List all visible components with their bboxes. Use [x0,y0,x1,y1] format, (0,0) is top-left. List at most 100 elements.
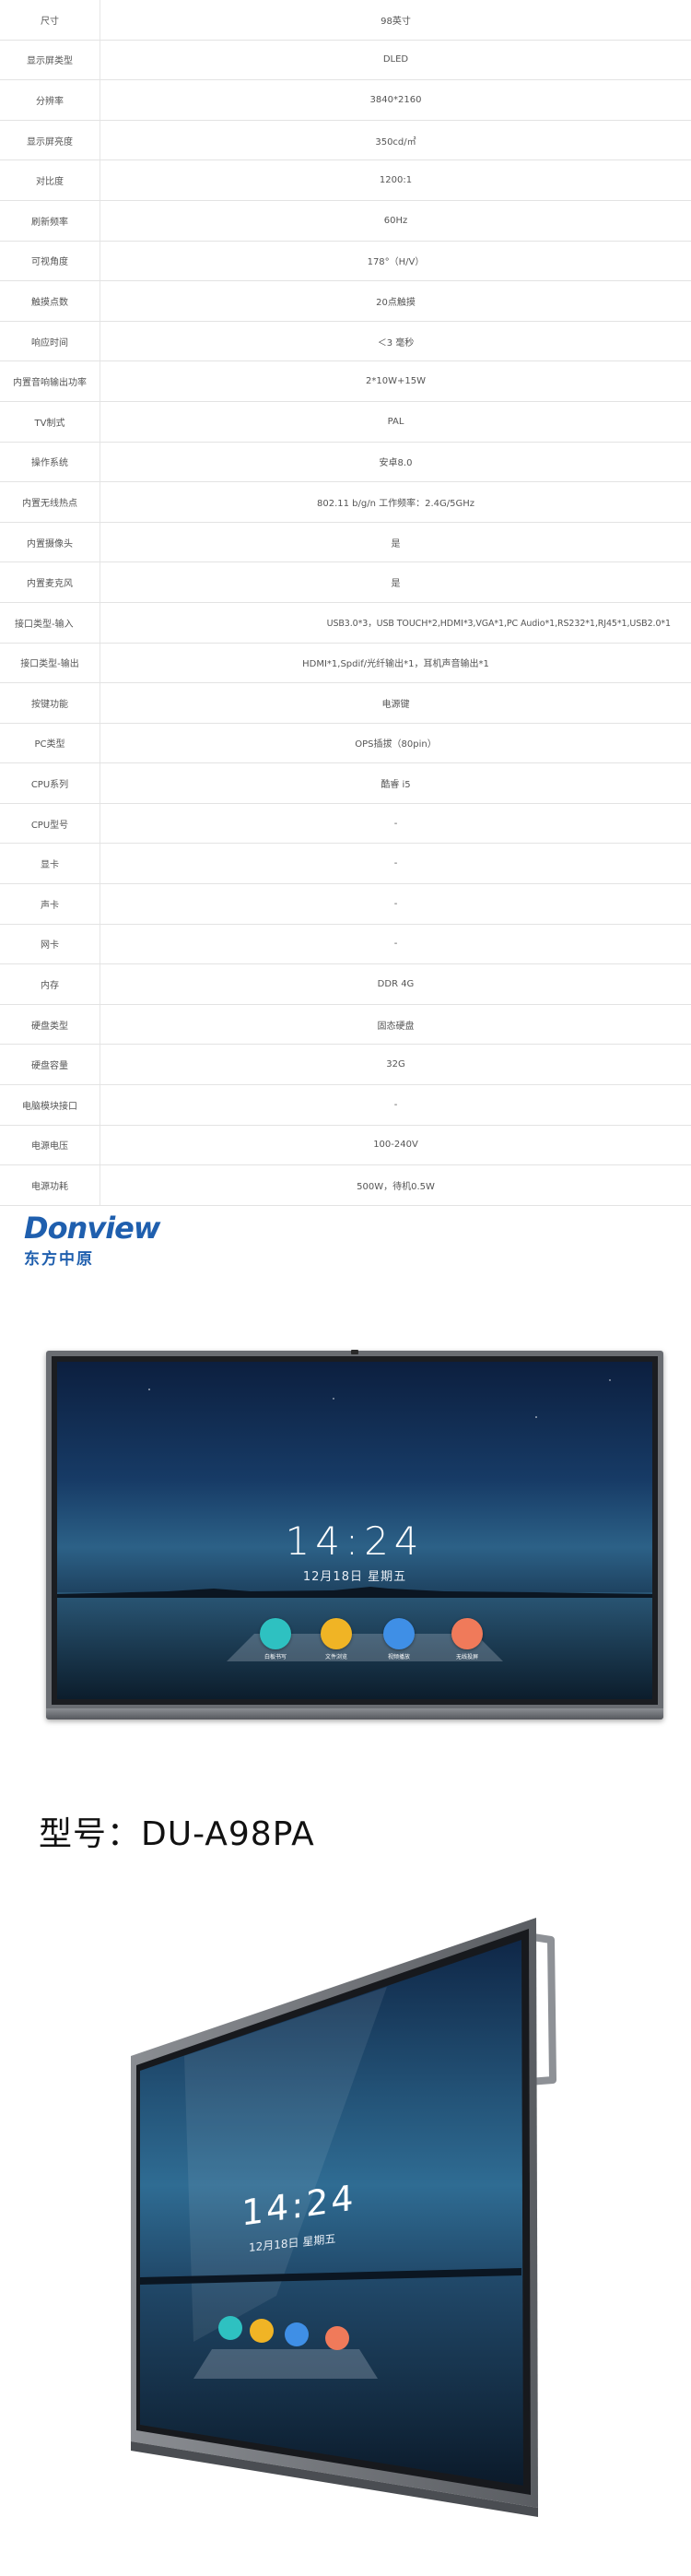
spec-row: TV制式 PAL [0,401,691,443]
spec-key: TV制式 [34,418,65,429]
spec-key: 可视角度 [31,257,68,268]
spec-row: 内置音响输出功率 2*10W+15W [0,361,691,402]
spec-value: 安卓8.0 [100,442,691,482]
spec-value: ＜3 毫秒 [100,321,691,361]
spec-key: 操作系统 [31,458,68,469]
spec-row: 刷新频率 60Hz [0,200,691,242]
spec-key: 电源电压 [31,1141,68,1152]
spec-value: 是 [100,562,691,602]
spec-key: 显示屏类型 [27,56,73,67]
spec-key: 内置音响输出功率 [13,378,87,389]
spec-value: - [100,1085,691,1125]
spec-value: 350cd/㎡ [100,120,691,160]
spec-key: 接口类型-输出 [20,659,79,670]
spec-row: 按键功能 电源键 [0,683,691,724]
spec-row: 硬盘容量 32G [0,1045,691,1086]
spec-key: 硬盘类型 [31,1021,68,1032]
app-icon-cast [325,2326,349,2350]
app-label: 文件浏览 [324,1654,347,1660]
spec-row: 内置无线热点 802.11 b/g/n 工作频率：2.4G/5GHz [0,482,691,523]
spec-key: 分辨率 [36,96,64,107]
spec-value: 电源键 [100,683,691,723]
spec-key: CPU系列 [30,780,69,791]
angled-tv-illustration [131,1918,556,2517]
spec-row: PC类型 OPS插拔（80pin） [0,723,691,764]
app-icon [383,1618,415,1649]
logo-wordmark: Donview [24,1211,160,1246]
spec-key: 接口类型-输入 [15,619,74,630]
spec-value: - [100,884,691,924]
spec-value: DDR 4G [100,964,691,1004]
spec-value: - [100,803,691,844]
spec-value: - [100,844,691,884]
spec-value: PAL [100,401,691,442]
spec-row: 内置麦克风 是 [0,562,691,603]
spec-value: 60Hz [100,200,691,241]
app-icon-whiteboard [218,2316,242,2340]
spec-row: 网卡 - [0,924,691,965]
app-icon [260,1618,291,1649]
spec-value: OPS插拔（80pin） [100,723,691,763]
spec-key: 内置无线热点 [22,498,77,509]
spec-key: 尺寸 [41,16,59,27]
spec-value: 1200:1 [100,160,691,200]
spec-value: HDMI*1,Spdif/光纤输出*1，耳机声音输出*1 [100,643,691,683]
tv-screen: 14:24 12月18日 星期五 白板书写 文件浏览 视频播放 无线投屏 [57,1362,652,1699]
spec-row: 显卡 - [0,844,691,885]
logo-chinese: 东方中原 [24,1250,94,1269]
spec-key: CPU型号 [30,820,69,831]
spec-row: 电源电压 100-240V [0,1125,691,1166]
spec-key: 内置摄像头 [27,538,73,549]
spec-row: 内置摄像头 是 [0,522,691,563]
spec-value: USB3.0*3，USB TOUCH*2,HDMI*3,VGA*1,PC Aud… [100,602,691,643]
spec-row: 硬盘类型 固态硬盘 [0,1004,691,1046]
spec-row: 尺寸 98英寸 [0,0,691,41]
spec-key: 声卡 [41,900,59,911]
spec-value: - [100,924,691,964]
product-image-angled: 14:24 12月18日 星期五 [0,1908,691,2535]
spec-row: 显示屏亮度 350cd/㎡ [0,120,691,161]
spec-value: 98英寸 [100,0,691,40]
spec-value: 酷睿 i5 [100,763,691,803]
spec-value: 20点触摸 [100,281,691,321]
spec-row: 接口类型-输入 USB3.0*3，USB TOUCH*2,HDMI*3,VGA*1… [0,602,691,644]
spec-key: 按键功能 [31,699,68,710]
spec-key: 电脑模块接口 [22,1101,77,1112]
camera-icon [351,1350,358,1354]
spec-key: 内存 [41,981,59,992]
spec-row: 电脑模块接口 - [0,1085,691,1126]
tv-bottom-bar [46,1708,663,1719]
spec-key: 响应时间 [31,337,68,349]
product-image-front: 14:24 12月18日 星期五 白板书写 文件浏览 视频播放 无线投屏 [46,1350,663,1719]
spec-key: 显示屏亮度 [27,136,73,148]
spec-value: DLED [100,40,691,80]
spec-row: 分辨率 3840*2160 [0,80,691,121]
spec-key: 电源功耗 [31,1182,68,1193]
model-title: 型号：DU-A98PA [39,1815,315,1853]
spec-key: PC类型 [34,739,65,750]
spec-value: 500W，待机0.5W [100,1165,691,1205]
spec-row: 接口类型-输出 HDMI*1,Spdif/光纤输出*1，耳机声音输出*1 [0,643,691,684]
donview-logo: Donview 东方中原 [24,1211,160,1269]
app-label: 白板书写 [264,1654,287,1660]
spec-row: 对比度 1200:1 [0,160,691,201]
spec-value: 2*10W+15W [100,361,691,401]
spec-value: 是 [100,522,691,562]
spec-row: 内存 DDR 4G [0,964,691,1005]
screen-date: 12月18日 星期五 [302,1570,407,1584]
spec-key: 对比度 [36,177,64,188]
spec-row: 声卡 - [0,884,691,925]
app-icon [451,1618,483,1649]
spec-row: 响应时间 ＜3 毫秒 [0,321,691,362]
spec-value: 32G [100,1045,691,1085]
spec-value: 3840*2160 [100,80,691,120]
spec-value: 178°（H/V） [100,241,691,281]
spec-key: 网卡 [41,940,59,951]
app-icon [321,1618,352,1649]
spec-value: 100-240V [100,1125,691,1165]
app-icon-files [250,2319,274,2343]
spec-key: 刷新频率 [31,217,68,228]
spec-row: 可视角度 178°（H/V） [0,241,691,282]
spec-table: 尺寸 98英寸 显示屏类型 DLED 分辨率 3840*2160 显示屏亮度 350cd/㎡对… [0,0,691,1206]
spec-row: CPU型号 - [0,803,691,845]
